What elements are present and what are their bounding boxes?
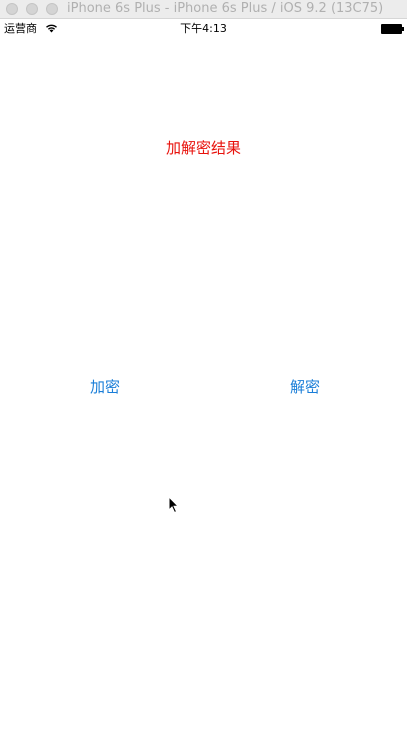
window-titlebar: iPhone 6s Plus - iPhone 6s Plus / iOS 9.… bbox=[0, 0, 407, 19]
status-time: 下午4:13 bbox=[180, 22, 227, 35]
mouse-pointer-icon bbox=[168, 496, 180, 514]
simulator-window: iPhone 6s Plus - iPhone 6s Plus / iOS 9.… bbox=[0, 0, 407, 755]
battery-icon bbox=[381, 24, 405, 34]
decrypt-button[interactable]: 解密 bbox=[265, 377, 345, 397]
minimize-window-button[interactable] bbox=[26, 3, 38, 15]
encrypt-button[interactable]: 加密 bbox=[65, 377, 145, 397]
result-label: 加解密结果 bbox=[165, 139, 241, 157]
zoom-window-button[interactable] bbox=[46, 3, 58, 15]
close-window-button[interactable] bbox=[6, 3, 18, 15]
ios-status-bar: 运营商 下午4:13 bbox=[0, 19, 407, 39]
window-title: iPhone 6s Plus - iPhone 6s Plus / iOS 9.… bbox=[67, 1, 384, 16]
